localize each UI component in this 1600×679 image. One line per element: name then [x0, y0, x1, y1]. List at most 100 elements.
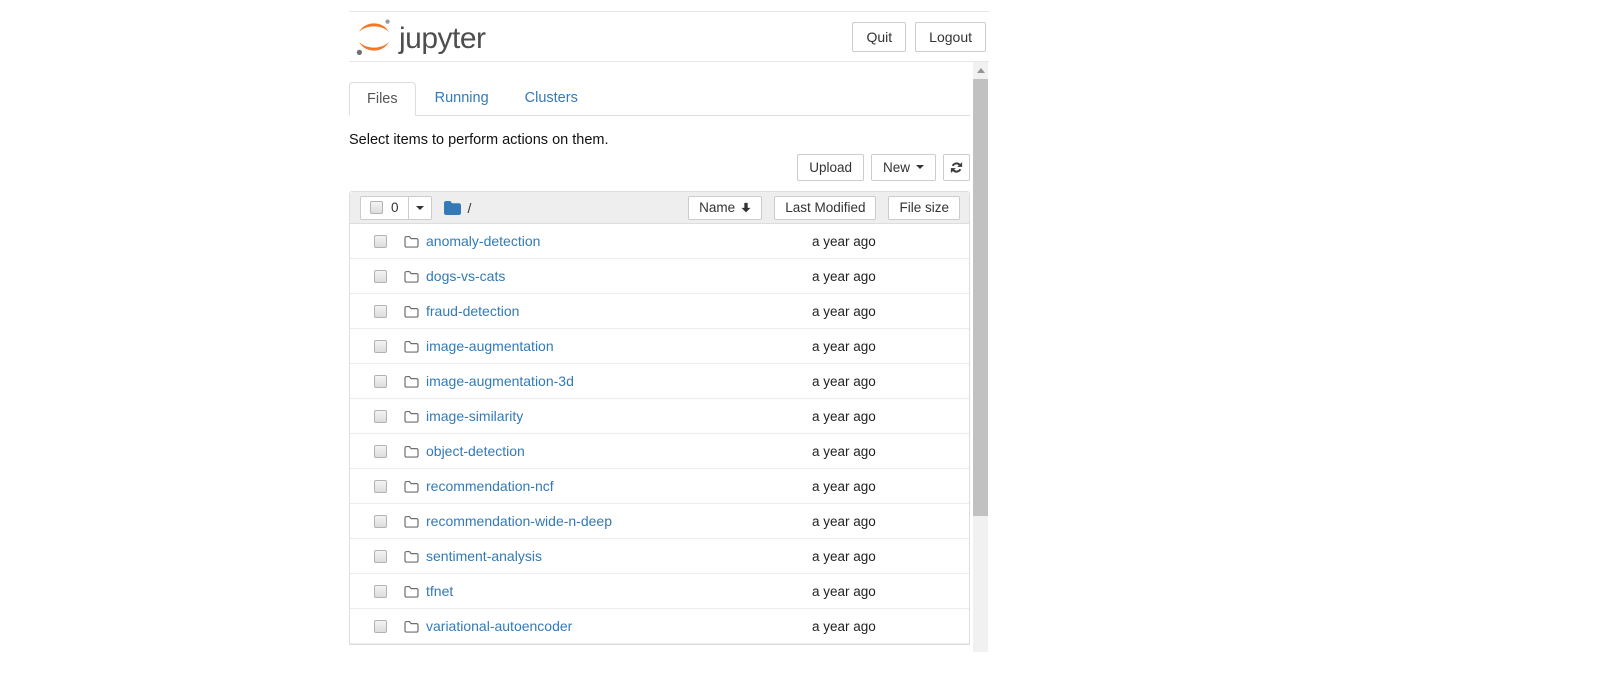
notice-text: Select items to perform actions on them.: [349, 132, 970, 148]
table-row: recommendation-ncf a year ago: [350, 469, 969, 504]
last-modified-value: a year ago: [812, 549, 969, 564]
last-modified-value: a year ago: [812, 514, 969, 529]
scrollbar-thumb[interactable]: [973, 79, 988, 516]
row-checkbox[interactable]: [374, 410, 387, 423]
folder-outline-icon: [404, 410, 419, 423]
table-row: recommendation-wide-n-deep a year ago: [350, 504, 969, 539]
tab-bar: Files Running Clusters: [349, 82, 970, 116]
row-checkbox[interactable]: [374, 550, 387, 563]
sort-name-label: Name: [699, 200, 735, 215]
table-row: image-augmentation a year ago: [350, 329, 969, 364]
table-row: variational-autoencoder a year ago: [350, 609, 969, 644]
folder-outline-icon: [404, 305, 419, 318]
tab-files[interactable]: Files: [349, 82, 416, 116]
file-link[interactable]: image-augmentation-3d: [426, 373, 574, 389]
action-toolbar: Upload New: [349, 153, 970, 181]
folder-outline-icon: [404, 585, 419, 598]
file-list: anomaly-detection a year ago dogs-vs-cat…: [350, 224, 969, 644]
file-link[interactable]: object-detection: [426, 443, 525, 459]
breadcrumb: /: [444, 200, 472, 216]
vertical-scrollbar[interactable]: [973, 62, 988, 652]
select-all-checkbox[interactable]: [370, 201, 383, 214]
row-checkbox[interactable]: [374, 515, 387, 528]
row-checkbox[interactable]: [374, 270, 387, 283]
table-row: tfnet a year ago: [350, 574, 969, 609]
file-link[interactable]: variational-autoencoder: [426, 618, 572, 634]
scroll-up-arrow-icon: [977, 68, 985, 73]
folder-outline-icon: [404, 235, 419, 248]
table-row: image-augmentation-3d a year ago: [350, 364, 969, 399]
folder-outline-icon: [404, 480, 419, 493]
folder-icon[interactable]: [444, 201, 461, 215]
file-link[interactable]: anomaly-detection: [426, 233, 540, 249]
row-checkbox[interactable]: [374, 340, 387, 353]
row-checkbox[interactable]: [374, 620, 387, 633]
sort-by-size-button[interactable]: File size: [888, 196, 960, 220]
jupyter-logo[interactable]: jupyter: [352, 17, 486, 57]
caret-down-icon: [916, 165, 924, 169]
last-modified-value: a year ago: [812, 479, 969, 494]
last-modified-value: a year ago: [812, 304, 969, 319]
folder-outline-icon: [404, 515, 419, 528]
tab-running[interactable]: Running: [418, 82, 506, 116]
file-link[interactable]: dogs-vs-cats: [426, 268, 505, 284]
last-modified-value: a year ago: [812, 584, 969, 599]
refresh-icon: [949, 160, 964, 175]
page: jupyter Quit Logout Files Running Cluste…: [349, 11, 989, 645]
table-row: image-similarity a year ago: [350, 399, 969, 434]
file-link[interactable]: image-augmentation: [426, 338, 554, 354]
table-row: object-detection a year ago: [350, 434, 969, 469]
file-link[interactable]: recommendation-wide-n-deep: [426, 513, 612, 529]
new-dropdown-button[interactable]: New: [871, 154, 936, 181]
row-checkbox[interactable]: [374, 375, 387, 388]
logout-button[interactable]: Logout: [915, 22, 986, 52]
select-all-group: 0: [360, 196, 432, 220]
table-row: sentiment-analysis a year ago: [350, 539, 969, 574]
row-checkbox[interactable]: [374, 480, 387, 493]
sort-by-modified-button[interactable]: Last Modified: [774, 196, 876, 220]
last-modified-value: a year ago: [812, 269, 969, 284]
table-row: dogs-vs-cats a year ago: [350, 259, 969, 294]
tab-clusters[interactable]: Clusters: [508, 82, 595, 116]
scroll-up-button[interactable]: [973, 62, 988, 79]
logo-text: jupyter: [399, 24, 486, 57]
folder-outline-icon: [404, 375, 419, 388]
file-browser: 0 / Name: [349, 191, 970, 645]
folder-outline-icon: [404, 270, 419, 283]
last-modified-value: a year ago: [812, 374, 969, 389]
last-modified-value: a year ago: [812, 339, 969, 354]
folder-outline-icon: [404, 340, 419, 353]
new-button-label: New: [883, 160, 910, 175]
row-checkbox[interactable]: [374, 445, 387, 458]
select-dropdown-button[interactable]: [408, 196, 432, 220]
last-modified-value: a year ago: [812, 444, 969, 459]
jupyter-logo-icon: [352, 17, 396, 57]
last-modified-value: a year ago: [812, 234, 969, 249]
caret-down-icon: [416, 206, 424, 210]
folder-outline-icon: [404, 445, 419, 458]
last-modified-value: a year ago: [812, 409, 969, 424]
list-header: 0 / Name: [350, 192, 969, 224]
row-checkbox[interactable]: [374, 585, 387, 598]
file-link[interactable]: fraud-detection: [426, 303, 519, 319]
selected-count: 0: [391, 200, 399, 215]
file-link[interactable]: recommendation-ncf: [426, 478, 554, 494]
select-all-button[interactable]: 0: [360, 196, 409, 220]
site-header: jupyter Quit Logout: [349, 11, 989, 62]
folder-outline-icon: [404, 620, 419, 633]
file-link[interactable]: tfnet: [426, 583, 453, 599]
row-checkbox[interactable]: [374, 305, 387, 318]
last-modified-value: a year ago: [812, 619, 969, 634]
sort-by-name-button[interactable]: Name: [688, 196, 762, 220]
quit-button[interactable]: Quit: [852, 22, 906, 52]
folder-outline-icon: [404, 550, 419, 563]
file-link[interactable]: image-similarity: [426, 408, 523, 424]
row-checkbox[interactable]: [374, 235, 387, 248]
table-row: fraud-detection a year ago: [350, 294, 969, 329]
table-row: anomaly-detection a year ago: [350, 224, 969, 259]
breadcrumb-path[interactable]: /: [468, 200, 472, 216]
refresh-button[interactable]: [943, 154, 970, 181]
upload-button[interactable]: Upload: [797, 154, 864, 181]
arrow-down-icon: [741, 202, 751, 213]
file-link[interactable]: sentiment-analysis: [426, 548, 542, 564]
